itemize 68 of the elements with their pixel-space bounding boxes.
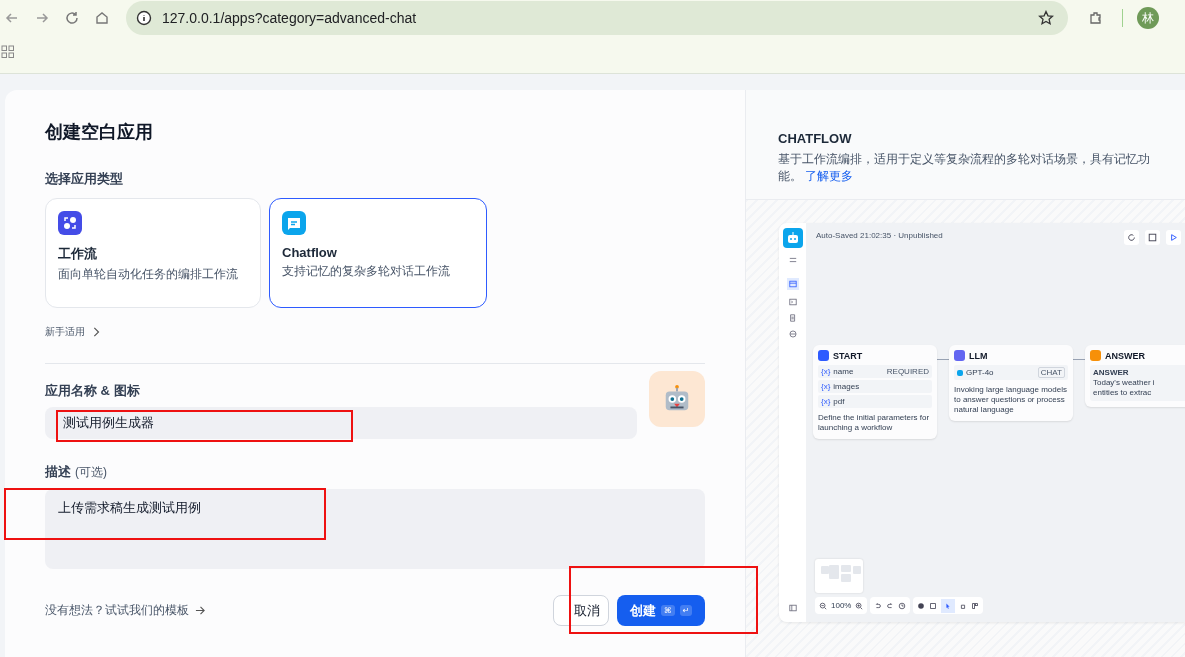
undo-icon[interactable] <box>874 601 883 610</box>
zoom-level: 100% <box>831 601 852 610</box>
star-icon[interactable] <box>1038 10 1054 26</box>
layout-icon[interactable] <box>971 601 980 610</box>
variable-row: {x} pdf <box>818 395 932 408</box>
node-icon <box>954 350 965 361</box>
cancel-button[interactable]: 取消 <box>553 595 609 626</box>
globe-icon[interactable] <box>788 330 797 338</box>
robot-icon <box>782 228 803 248</box>
create-button[interactable]: 创建 ⌘ ↵ <box>617 595 705 626</box>
name-label: 应用名称 & 图标 <box>45 382 141 400</box>
app-type-description: 面向单轮自动化任务的编排工作流 <box>58 266 239 283</box>
dialog-title: 创建空白应用 <box>45 121 154 144</box>
puzzle-icon[interactable] <box>1088 10 1104 26</box>
workflow-node[interactable]: ANSWER ANSWER Today's weather i entities to extrac <box>1085 345 1185 407</box>
template-link[interactable]: 没有想法？试试我们的模板 <box>45 602 553 619</box>
zoom-out-icon[interactable] <box>819 601 827 610</box>
node-icon <box>818 350 829 361</box>
app-icon-picker[interactable] <box>649 371 705 427</box>
chevron-icon <box>92 327 100 337</box>
app-type-name: Chatflow <box>282 245 338 260</box>
apps-grid-icon[interactable] <box>1 45 15 59</box>
node-title: LLM <box>969 350 988 361</box>
preview-title: CHATFLOW <box>778 131 853 146</box>
section-label: 选择应用类型 <box>45 170 124 188</box>
model-row: GPT-4o CHAT <box>954 365 1068 380</box>
history-icon[interactable] <box>898 601 907 610</box>
address-bar[interactable]: 127.0.0.1/apps?category=advanced-chat <box>126 1 1068 35</box>
sidebar-toggle-icon[interactable] <box>788 604 797 612</box>
node-title: START <box>833 350 863 361</box>
sliders-icon[interactable] <box>788 256 797 264</box>
restore-icon[interactable] <box>1124 230 1139 245</box>
learn-more-link[interactable]: 了解更多 <box>805 169 854 183</box>
arrow-icon <box>195 605 206 616</box>
play-icon[interactable] <box>1166 230 1181 245</box>
zoom-in-icon[interactable] <box>855 601 864 610</box>
description-field[interactable]: 上传需求稿生成测试用例 <box>45 489 705 569</box>
add-node-icon[interactable] <box>917 601 926 610</box>
variable-row: {x} images <box>818 380 932 393</box>
info-icon[interactable] <box>136 10 152 26</box>
redo-icon[interactable] <box>886 601 895 610</box>
node-description: Invoking large language models to answer questions or process natural language <box>954 385 1068 415</box>
terminal-icon[interactable] <box>788 298 797 306</box>
app-name-field[interactable]: 测试用例生成器 <box>45 407 637 439</box>
save-status: Auto-Saved 21:02:35 · Unpublished <box>816 231 943 240</box>
node-description: Define the initial parameters for launching a workflow <box>818 413 931 433</box>
note-icon[interactable] <box>929 601 938 610</box>
app-type-name: 工作流 <box>58 245 98 263</box>
answer-preview: ANSWER Today's weather i entities to extrac <box>1090 365 1185 401</box>
variable-row: {x} name REQUIRED <box>818 365 932 378</box>
features-icon[interactable] <box>1145 230 1160 245</box>
preview-description: 基于工作流编排，适用于定义等复杂流程的多轮对话场景，具有记忆功能。 了解更多 <box>778 151 1151 185</box>
optional-hint: (可选) <box>75 464 107 481</box>
panel-icon[interactable] <box>786 278 799 290</box>
workflow-icon <box>58 211 82 235</box>
workflow-node[interactable]: START {x} name REQUIRED {x} images {x} pdf Define the initial parameters for launching a workflow <box>813 345 937 439</box>
app-type-card[interactable]: 工作流 面向单轮自动化任务的编排工作流 <box>45 198 261 308</box>
document-icon[interactable] <box>788 314 797 322</box>
app-type-card[interactable]: Chatflow 支持记忆的复杂多轮对话工作流 <box>269 198 487 308</box>
beginner-link[interactable]: 新手适用 <box>45 325 100 339</box>
node-icon <box>1090 350 1101 361</box>
workflow-node[interactable]: LLM GPT-4o CHAT Invoking large language models to answer questions or process natural language <box>949 345 1073 421</box>
chat-icon <box>282 211 306 235</box>
minimap <box>815 559 863 593</box>
description-label: 描述 <box>45 463 71 481</box>
pointer-icon[interactable] <box>941 598 956 613</box>
node-title: ANSWER <box>1105 350 1145 361</box>
app-type-description: 支持记忆的复杂多轮对话工作流 <box>282 263 451 280</box>
